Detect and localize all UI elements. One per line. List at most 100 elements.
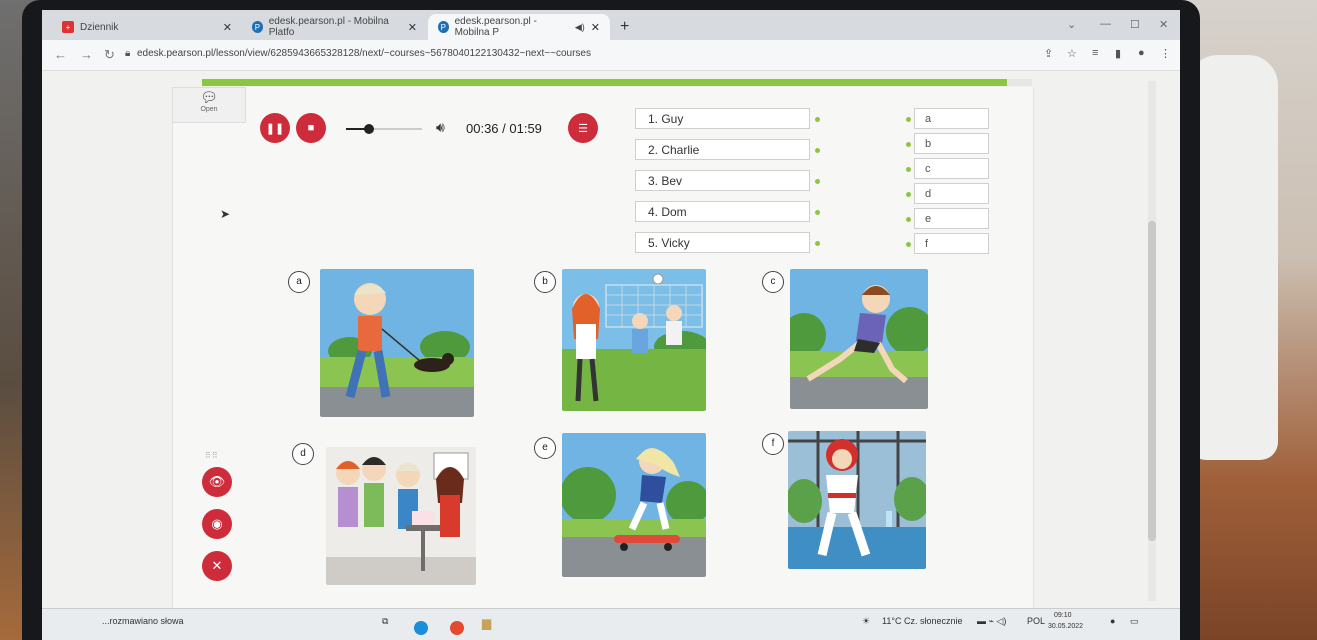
picture-label-a: a [288, 271, 310, 293]
letter-connector-dot[interactable] [906, 192, 911, 197]
scrollbar-thumb[interactable] [1148, 221, 1156, 541]
show-answers-button[interactable]: 👁︎ [202, 467, 232, 497]
letter-item-b[interactable]: b [914, 133, 989, 154]
name-item-dom[interactable]: 4. Dom [635, 201, 810, 222]
pause-button[interactable]: ❚❚ [260, 113, 290, 143]
maximize-icon[interactable]: ☐ [1130, 18, 1140, 31]
back-icon[interactable]: ← [54, 47, 67, 62]
letter-connector-dot[interactable] [906, 217, 911, 222]
open-widget[interactable]: 💬︎ Open [172, 87, 246, 123]
lock-icon: 🔒︎ [125, 48, 131, 59]
side-panel-icon[interactable]: ▮ [1115, 47, 1121, 60]
name-connector-dot[interactable] [815, 117, 820, 122]
tray-icons[interactable]: ▬ ⌁ ◁) [977, 616, 1006, 627]
tab-bar: + Dziennik ✕ P edesk.pearson.pl - Mobiln… [42, 10, 1180, 40]
forward-icon[interactable]: → [80, 47, 93, 62]
lesson-progress-bar [202, 79, 1032, 86]
url-field[interactable]: edesk.pearson.pl/lesson/view/62859436653… [137, 48, 591, 59]
new-tab-icon[interactable]: + [620, 18, 629, 36]
hint-button[interactable]: ◉ [202, 509, 232, 539]
taskbar: ...rozmawiano słowa ⧉ ▆ ☀ 11°C Cz. słone… [42, 608, 1180, 640]
background-bottle [1188, 55, 1278, 460]
mouse-cursor-icon: ➤ [220, 207, 231, 221]
minimize-icon[interactable]: — [1100, 18, 1111, 30]
name-item-charlie[interactable]: 2. Charlie [635, 139, 810, 160]
tab-title: edesk.pearson.pl - Mobilna Platfo [268, 16, 389, 38]
chat-icon: 💬︎ [200, 89, 218, 105]
tab-pearson-2[interactable]: P edesk.pearson.pl - Mobilna P ◀) ✕ [428, 14, 610, 40]
tab-dziennik[interactable]: + Dziennik ✕ [52, 14, 242, 40]
document-icon: ☰ [578, 122, 588, 135]
notification-icon[interactable]: ▭ [1130, 616, 1139, 627]
letter-connector-dot[interactable] [906, 117, 911, 122]
pause-icon: ❚❚ [265, 122, 285, 135]
profile-icon[interactable]: ● [1138, 47, 1145, 59]
scrollbar[interactable] [1148, 81, 1156, 601]
folder-icon[interactable]: ▆ [482, 616, 491, 630]
recording-dot-icon: ● [1110, 616, 1116, 626]
audio-time: 00:36 / 01:59 [466, 121, 542, 136]
tab-title: Dziennik [80, 21, 119, 33]
menu-icon[interactable]: ⋮ [1160, 47, 1171, 60]
picture-f [788, 431, 926, 569]
picture-label-e: e [534, 437, 556, 459]
close-icon[interactable]: ✕ [223, 21, 232, 34]
open-label: Open [200, 106, 218, 113]
letter-item-a[interactable]: a [914, 108, 989, 129]
stop-button[interactable]: ■ [296, 113, 326, 143]
volume-icon[interactable]: 🔊︎ [436, 119, 445, 136]
letter-item-e[interactable]: e [914, 208, 989, 229]
pearson-icon: P [252, 21, 263, 33]
name-item-guy[interactable]: 1. Guy [635, 108, 810, 129]
stop-icon: ■ [307, 122, 315, 134]
chrome-icon[interactable] [450, 621, 464, 635]
clock-date[interactable]: 30.05.2022 [1048, 623, 1083, 630]
name-connector-dot[interactable] [815, 241, 820, 246]
share-icon[interactable]: ⇪ [1044, 47, 1053, 60]
close-icon: ✕ [211, 558, 223, 573]
letter-connector-dot[interactable] [906, 142, 911, 147]
language-indicator[interactable]: POL [1027, 616, 1045, 626]
screen: + Dziennik ✕ P edesk.pearson.pl - Mobiln… [42, 10, 1180, 640]
picture-label-f: f [762, 433, 784, 455]
audio-progress-knob[interactable] [363, 124, 374, 134]
letter-item-f[interactable]: f [914, 233, 989, 254]
drag-handle-icon[interactable]: ⠿⠿ [205, 451, 219, 460]
picture-label-c: c [762, 271, 784, 293]
star-icon[interactable]: ☆ [1067, 47, 1077, 60]
reset-button[interactable]: ✕ [202, 551, 232, 581]
close-icon[interactable]: ✕ [591, 21, 600, 34]
picture-e [562, 433, 706, 577]
weather-text[interactable]: 11°C Cz. słonecznie [882, 616, 962, 626]
name-connector-dot[interactable] [815, 210, 820, 215]
letter-connector-dot[interactable] [906, 242, 911, 247]
reload-icon[interactable]: ↻ [104, 47, 115, 63]
taskbar-search[interactable]: ...rozmawiano słowa [102, 616, 184, 626]
letter-connector-dot[interactable] [906, 167, 911, 172]
picture-d [326, 447, 476, 585]
chevron-down-icon[interactable]: ⌄ [1067, 18, 1076, 31]
window-close-icon[interactable]: ✕ [1159, 18, 1168, 31]
name-connector-dot[interactable] [815, 179, 820, 184]
lesson-page: 💬︎ Open ❚❚ ■ 🔊︎ 00:36 / 01:59 ☰ 1. Guy 2… [42, 71, 1180, 621]
audio-progress-slider[interactable] [346, 124, 422, 134]
close-icon[interactable]: ✕ [408, 21, 417, 34]
name-connector-dot[interactable] [815, 148, 820, 153]
name-item-vicky[interactable]: 5. Vicky [635, 232, 810, 253]
side-toolbar: ⠿⠿ 👁︎ ◉ ✕ [192, 451, 242, 601]
reading-list-icon[interactable]: ≡ [1092, 47, 1098, 59]
edge-icon[interactable] [414, 621, 428, 635]
dziennik-icon: + [62, 21, 74, 33]
lesson-progress-fill [202, 79, 1008, 86]
picture-c [790, 269, 928, 409]
picture-a [320, 269, 474, 417]
task-view-icon[interactable]: ⧉ [382, 616, 388, 627]
transcript-button[interactable]: ☰ [568, 113, 598, 143]
tab-pearson-1[interactable]: P edesk.pearson.pl - Mobilna Platfo ✕ [242, 14, 427, 40]
letter-item-c[interactable]: c [914, 158, 989, 179]
name-item-bev[interactable]: 3. Bev [635, 170, 810, 191]
picture-label-d: d [292, 443, 314, 465]
letter-item-d[interactable]: d [914, 183, 989, 204]
tab-title: edesk.pearson.pl - Mobilna P [454, 16, 537, 38]
clock-time[interactable]: 09:10 [1054, 612, 1072, 619]
